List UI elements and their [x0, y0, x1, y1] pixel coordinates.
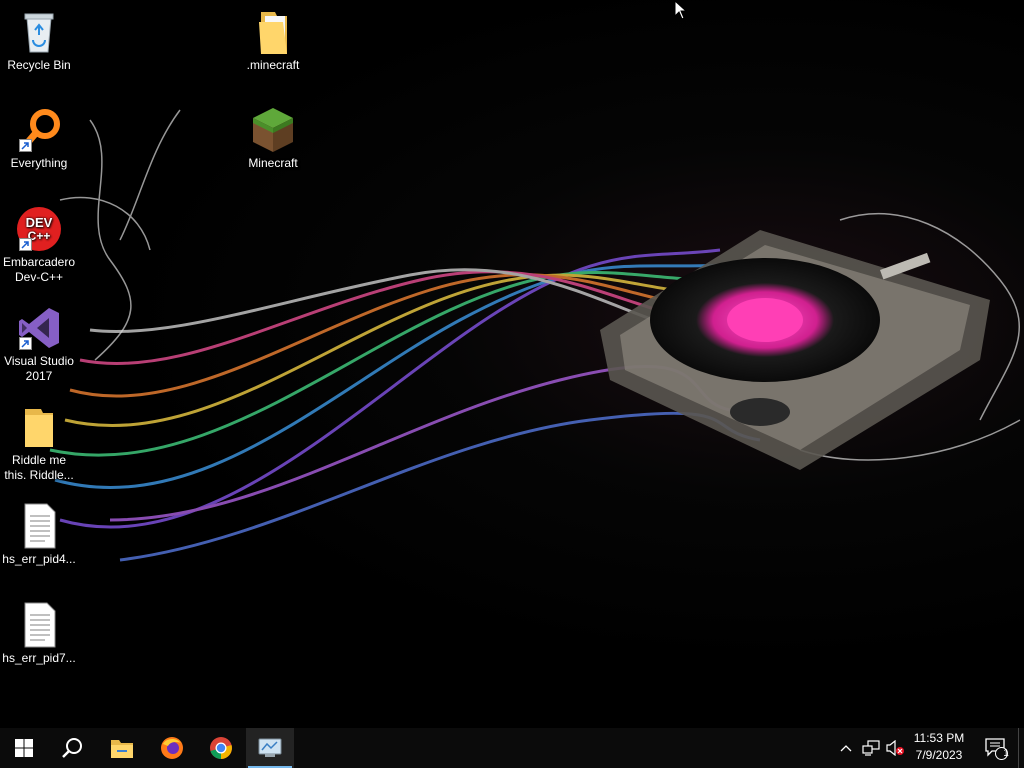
desktop[interactable]: Recycle Bin Everything DEV C++ Embarcade… [0, 0, 1024, 728]
shortcut-arrow-icon [19, 337, 32, 350]
text-file-icon [15, 601, 63, 649]
desktop-icon-dot-minecraft[interactable]: .minecraft [235, 8, 311, 100]
volume-button[interactable] [884, 728, 906, 768]
desktop-icon-riddle-folder[interactable]: Riddle me this. Riddle... [1, 403, 77, 495]
wallpaper-turntable-art [49, 109, 1021, 562]
search-icon [62, 738, 82, 758]
desktop-icon-label: Everything [10, 156, 68, 170]
svg-text:DEV: DEV [26, 215, 53, 230]
folder-icon [15, 403, 63, 451]
desktop-icon-hs-err-1[interactable]: hs_err_pid4... [1, 502, 77, 594]
control-panel-app-icon [258, 738, 282, 757]
visual-studio-icon [15, 304, 63, 352]
search-button[interactable] [48, 728, 96, 768]
desktop-icon-label: hs_err_pid7... [2, 651, 76, 665]
taskbar-control-panel-app[interactable] [246, 728, 294, 768]
clock-time: 11:53 PM [913, 731, 965, 745]
taskbar: 11:53 PM 7/9/2023 1 [0, 728, 1024, 768]
taskbar-chrome[interactable] [197, 728, 245, 768]
desktop-icon-label: Minecraft [248, 156, 298, 170]
windows-start-icon [15, 739, 33, 757]
action-center-button[interactable]: 1 [976, 728, 1016, 768]
text-file-icon [15, 502, 63, 550]
firefox-icon [161, 737, 183, 759]
desktop-icon-hs-err-2[interactable]: hs_err_pid7... [1, 601, 77, 693]
shortcut-arrow-icon [19, 139, 32, 152]
taskbar-file-explorer[interactable] [98, 728, 146, 768]
network-icon [862, 740, 880, 756]
volume-muted-icon [886, 740, 904, 756]
show-hidden-icons-button[interactable] [836, 728, 856, 768]
desktop-icon-label: .minecraft [246, 58, 300, 72]
network-button[interactable] [860, 728, 882, 768]
start-button[interactable] [0, 728, 48, 768]
desktop-icon-label: Visual Studio 2017 [4, 354, 74, 383]
desktop-icon-recycle-bin[interactable]: Recycle Bin [1, 8, 77, 100]
recycle-bin-icon [15, 8, 63, 56]
devcpp-icon: DEV C++ [15, 205, 63, 253]
notification-count-badge: 1 [1003, 748, 1009, 759]
shortcut-arrow-icon [19, 238, 32, 251]
desktop-icon-visual-studio[interactable]: Visual Studio 2017 [1, 304, 77, 396]
desktop-icon-devcpp[interactable]: DEV C++ Embarcadero Dev-C++ [1, 205, 77, 297]
desktop-icon-label: hs_err_pid4... [2, 552, 76, 566]
taskbar-firefox[interactable] [148, 728, 196, 768]
folder-icon [249, 8, 297, 56]
everything-search-icon [15, 106, 63, 154]
taskbar-clock[interactable]: 11:53 PM 7/9/2023 [908, 730, 970, 766]
chrome-icon [210, 737, 232, 759]
desktop-icon-label: Embarcadero Dev-C++ [2, 255, 76, 284]
desktop-icon-label: Riddle me this. Riddle... [4, 453, 74, 482]
desktop-icon-everything[interactable]: Everything [1, 106, 77, 198]
desktop-icon-minecraft[interactable]: Minecraft [235, 106, 311, 198]
file-explorer-icon [111, 740, 133, 758]
desktop-icon-label: Recycle Bin [7, 58, 71, 72]
clock-date: 7/9/2023 [915, 748, 963, 762]
show-desktop-button[interactable] [1018, 728, 1024, 768]
minecraft-grass-block-icon [249, 106, 297, 154]
chevron-up-icon [840, 745, 852, 752]
mouse-cursor-icon [674, 0, 688, 20]
